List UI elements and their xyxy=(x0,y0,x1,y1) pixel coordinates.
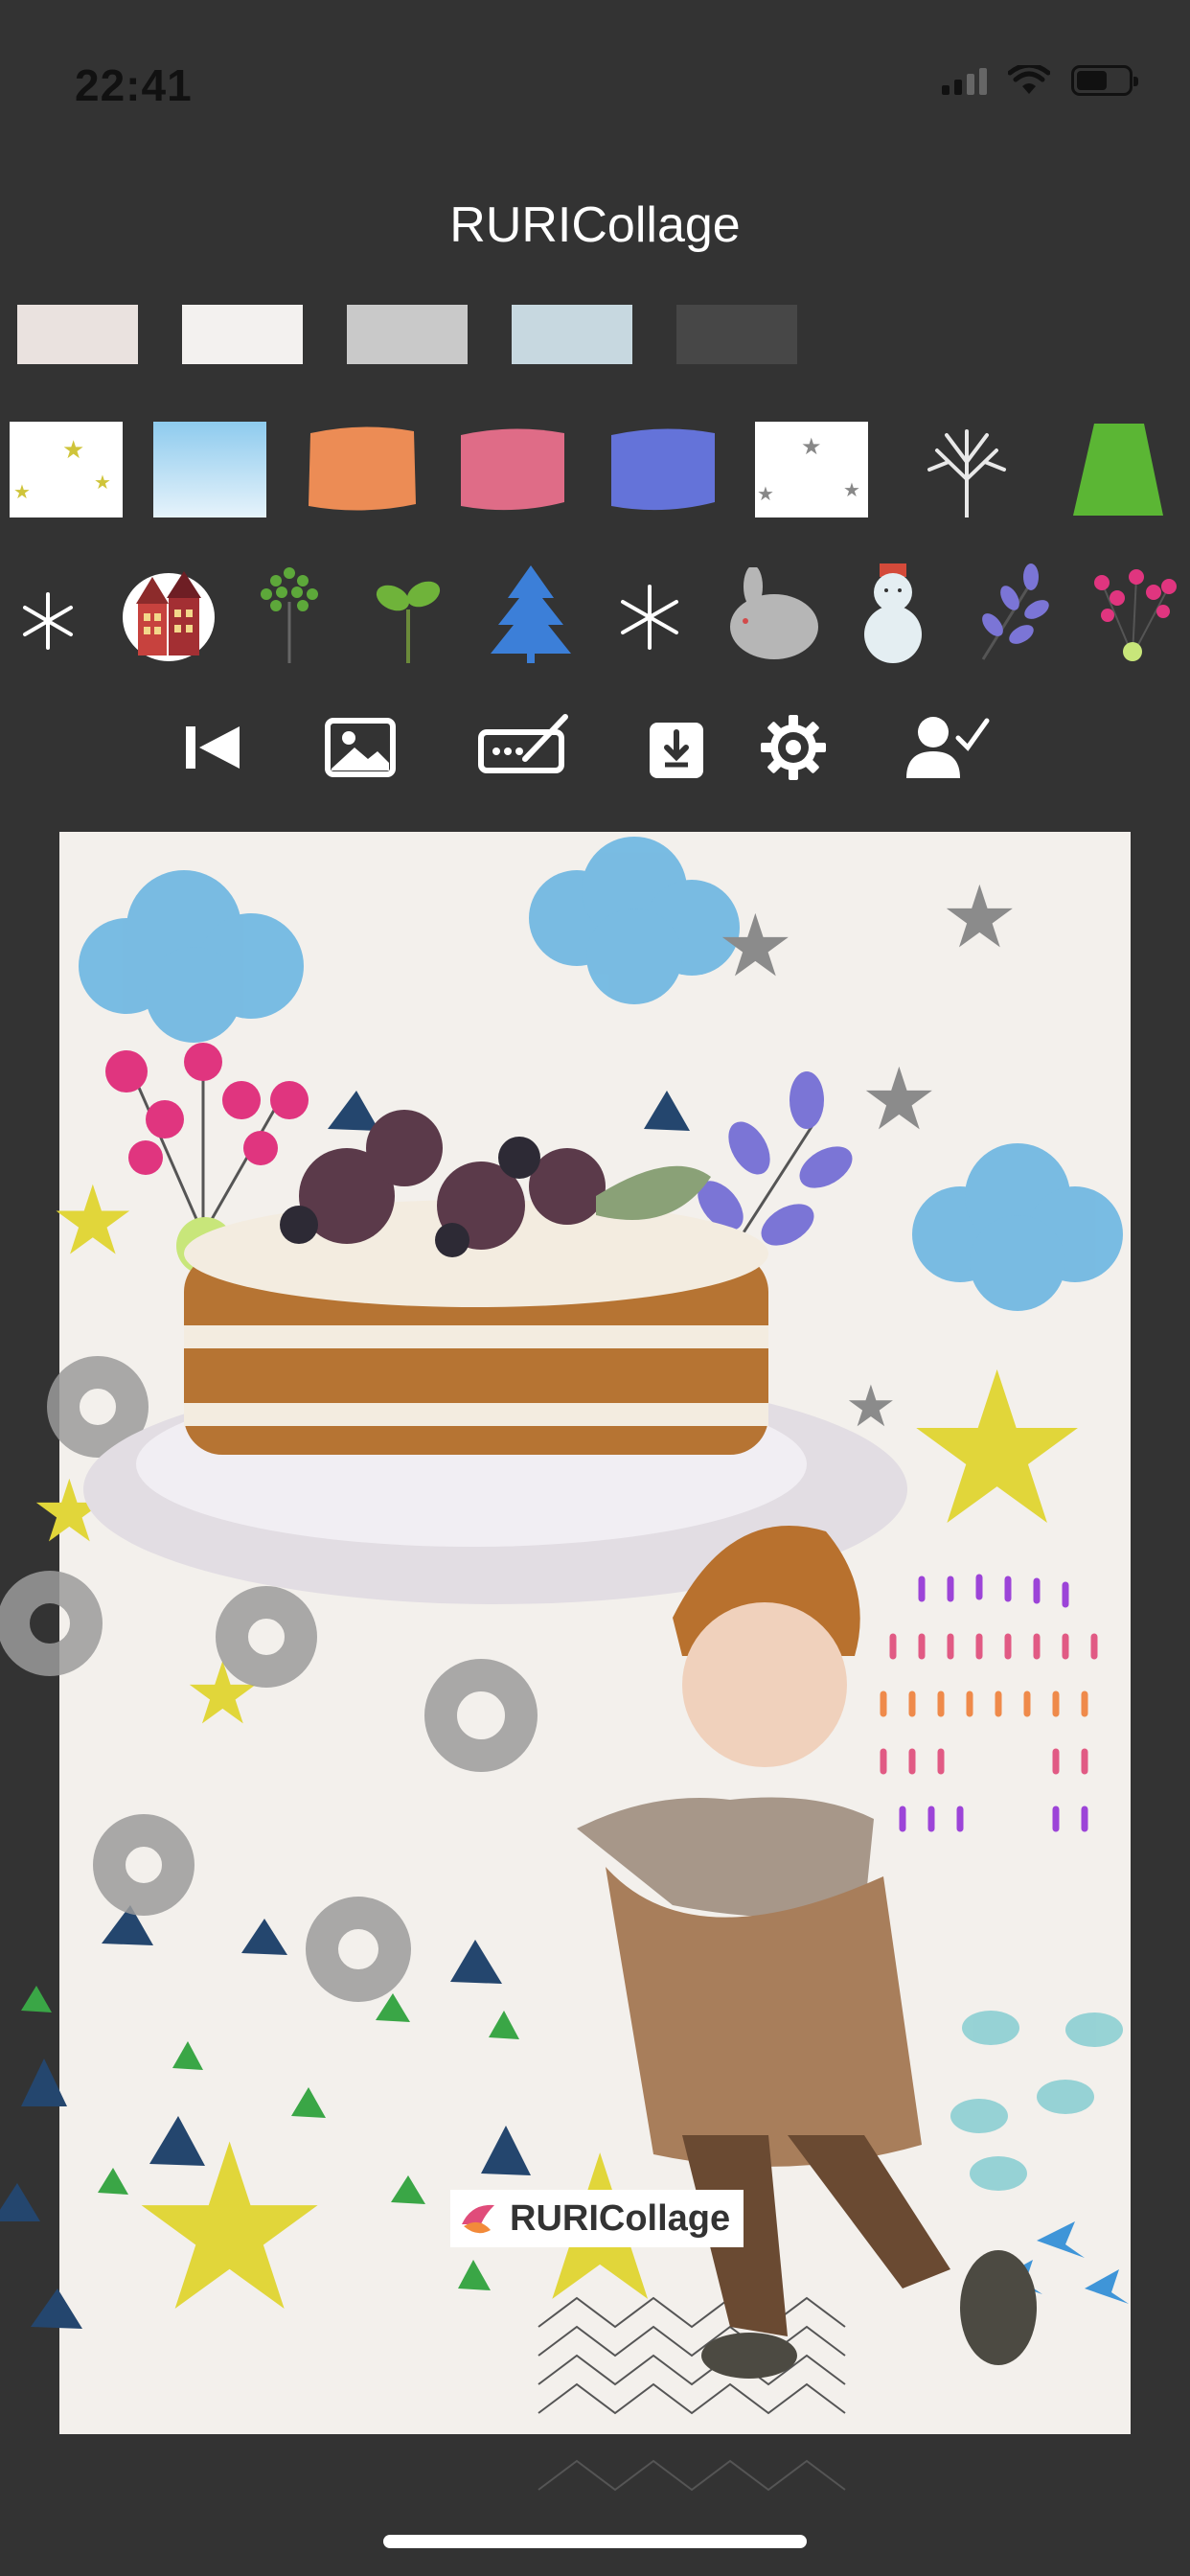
user-check-icon[interactable] xyxy=(904,709,991,786)
svg-text:★: ★ xyxy=(757,482,774,505)
paper-swatch-blue[interactable] xyxy=(512,305,632,364)
stars-gray-swatch[interactable]: ★ ★ ★ xyxy=(755,422,868,518)
tree-dots-icon[interactable] xyxy=(253,564,326,663)
rabbit-icon[interactable] xyxy=(721,567,820,663)
star-sticker: ★ xyxy=(50,1164,136,1276)
watermark-text: RURICollage xyxy=(510,2197,731,2239)
dash-pattern-sticker xyxy=(880,1574,1098,1832)
signature-icon[interactable] xyxy=(477,709,571,786)
star-sticker: ★ xyxy=(717,896,794,997)
leaf-branch-icon[interactable] xyxy=(964,564,1056,663)
snowflake-small-icon[interactable] xyxy=(615,583,684,652)
watercolor-blue-swatch[interactable] xyxy=(606,422,719,518)
battery-icon xyxy=(1071,65,1138,96)
snowman-icon[interactable] xyxy=(855,564,931,665)
paper-swatch-dark[interactable] xyxy=(676,305,797,364)
watermark-badge: RURICollage xyxy=(450,2190,744,2247)
berry-branch-icon[interactable] xyxy=(1083,564,1182,663)
bird-logo-icon xyxy=(462,2204,494,2234)
paper-swatch-row xyxy=(17,305,797,364)
paper-swatch-pink[interactable] xyxy=(17,305,138,364)
svg-text:★: ★ xyxy=(801,433,822,460)
status-icons xyxy=(942,65,1138,96)
watercolor-orange-swatch[interactable] xyxy=(305,422,418,518)
bare-tree-swatch[interactable] xyxy=(910,422,1023,518)
svg-text:★: ★ xyxy=(94,471,111,494)
home-indicator[interactable] xyxy=(383,2535,807,2548)
image-icon[interactable] xyxy=(322,709,399,786)
download-icon[interactable] xyxy=(640,709,717,786)
green-trapezoid-swatch[interactable] xyxy=(1064,422,1177,518)
sky-gradient-swatch[interactable] xyxy=(153,422,266,518)
cloud-sticker xyxy=(79,870,304,1043)
cloud-sticker xyxy=(529,837,740,1004)
svg-text:★: ★ xyxy=(62,436,84,465)
watercolor-pink-swatch[interactable] xyxy=(455,422,568,518)
star-sticker: ★ xyxy=(845,1373,897,1440)
star-sticker: ★ xyxy=(126,2094,332,2362)
star-sticker: ★ xyxy=(941,867,1018,968)
settings-icon[interactable] xyxy=(755,709,832,786)
paper-swatch-white[interactable] xyxy=(182,305,303,364)
house-icon[interactable] xyxy=(119,564,218,663)
status-time: 22:41 xyxy=(75,60,193,110)
app-title: RURICollage xyxy=(449,197,741,253)
status-bar: 22:41 xyxy=(0,0,1190,134)
paper-swatch-gray[interactable] xyxy=(347,305,468,364)
sticker-swatch-row: ★ ★ ★ ★ ★ ★ xyxy=(10,422,1188,518)
star-sticker: ★ xyxy=(860,1049,938,1150)
stars-yellow-swatch[interactable]: ★ ★ ★ xyxy=(10,422,123,518)
teal-blob-stickers xyxy=(950,2011,1123,2191)
icon-sticker-row xyxy=(0,564,1190,669)
back-to-start-icon[interactable] xyxy=(176,709,253,786)
wifi-icon xyxy=(1008,65,1050,94)
cloud-sticker xyxy=(912,1143,1123,1311)
svg-text:★: ★ xyxy=(843,478,860,501)
snowflake-icon[interactable] xyxy=(17,590,79,652)
svg-text:★: ★ xyxy=(13,480,31,503)
star-sticker: ★ xyxy=(903,1326,1091,1572)
toolbar xyxy=(0,709,1190,786)
pine-tree-icon[interactable] xyxy=(487,564,575,663)
sprout-icon[interactable] xyxy=(372,571,445,663)
cellular-signal-icon xyxy=(942,66,987,95)
